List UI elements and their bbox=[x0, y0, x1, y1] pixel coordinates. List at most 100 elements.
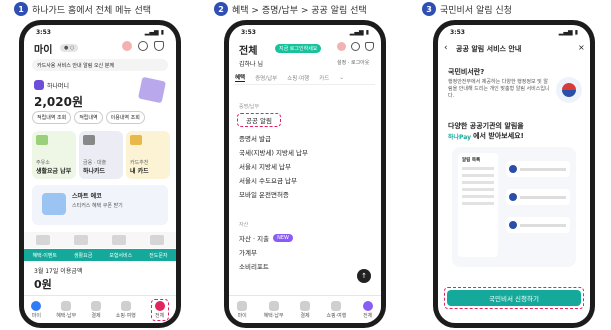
intro-desc: 행정안전부에서 제공하는 다양한 행정정보 및 알림을 안내해 드리는 개인 맞… bbox=[448, 79, 550, 99]
settings-link[interactable]: 설정 · 로그아웃 bbox=[337, 59, 369, 66]
home-icon bbox=[237, 300, 248, 311]
tile-title: 생활요금 납부 bbox=[36, 168, 72, 175]
login-pill[interactable]: 지금 로그인하세요 bbox=[275, 44, 322, 53]
menu-item-asset[interactable]: 자산 · 지출 NEW bbox=[239, 233, 293, 243]
list-header: 알림 목록 bbox=[462, 158, 481, 163]
alert-icon bbox=[509, 221, 517, 229]
tile-title: 내 카드 bbox=[130, 168, 149, 175]
nav-label: 전체 bbox=[363, 312, 373, 319]
nav-label: 쇼핑·여행 bbox=[326, 312, 347, 319]
nav-all[interactable]: 전체 bbox=[150, 298, 169, 321]
tab-shop[interactable]: 쇼핑·여행 bbox=[287, 74, 309, 82]
tile-card[interactable]: 금융 · 대출 하나카드 bbox=[79, 131, 123, 179]
phone-1: 3:53 ▂▄▆ ▮ 마이 ● ○ 카드사용 서비스 안내 알림 오신 분께 하… bbox=[19, 20, 181, 328]
benefit-icon bbox=[61, 300, 72, 311]
tab-cert[interactable]: 증명/납부 bbox=[255, 74, 277, 82]
nav-pay[interactable]: 결제 bbox=[90, 300, 101, 319]
avatar-icon[interactable] bbox=[337, 42, 346, 51]
menu-item[interactable]: 가계부 bbox=[239, 247, 257, 257]
pay-brand: 하나Pay bbox=[448, 133, 472, 141]
strip-item[interactable]: 혜택·이벤트 bbox=[32, 252, 57, 259]
gear-icon[interactable] bbox=[351, 42, 360, 51]
alert-icon bbox=[509, 193, 517, 201]
shortcut-icon[interactable] bbox=[112, 235, 126, 245]
card-image bbox=[137, 76, 167, 104]
menu-item[interactable]: 국세(지방세) 지방세 납부 bbox=[239, 147, 308, 157]
shortcut-icon[interactable] bbox=[74, 235, 88, 245]
menu-item[interactable]: 서울시 지방세 납부 bbox=[239, 161, 291, 171]
quick-button[interactable]: 이용내역 조회 bbox=[105, 111, 145, 124]
step-number: 3 bbox=[422, 2, 436, 16]
shop-icon bbox=[331, 300, 342, 311]
phone-2-screen: 3:53 ▂▄▆ ▮ 전체 지금 로그인하세요 김하나 님 설정 · 로그아웃 … bbox=[229, 25, 381, 323]
step-number: 2 bbox=[214, 2, 228, 16]
menu-item[interactable]: 소비리포트 bbox=[239, 261, 269, 271]
nav-label: 혜택·납부 bbox=[56, 312, 77, 319]
preview-list: 알림 목록 bbox=[458, 153, 498, 257]
tab-card[interactable]: 카드 bbox=[319, 74, 329, 82]
nav-all[interactable]: 전체 bbox=[362, 300, 373, 319]
nav-my[interactable]: 마이 bbox=[237, 300, 248, 319]
step-3: 3 국민비서 알림 신청 bbox=[422, 2, 512, 16]
signal-icon: ▂▄▆ ▮ bbox=[558, 28, 578, 36]
nav-benefit[interactable]: 혜택·납부 bbox=[264, 300, 284, 319]
strip-item[interactable]: 생활요금 bbox=[74, 252, 92, 259]
tile-icon bbox=[36, 135, 48, 145]
menu-public-alert[interactable]: 공공 알림 bbox=[237, 113, 281, 127]
nav-shop[interactable]: 쇼핑·여행 bbox=[116, 300, 136, 319]
step-1: 1 하나가드 홈에서 전체 메뉴 선택 bbox=[14, 2, 151, 16]
avatar-icon[interactable] bbox=[122, 41, 132, 51]
tab-benefit[interactable]: 혜택 bbox=[235, 73, 246, 82]
scroll-top-button[interactable]: ↑ bbox=[357, 269, 371, 283]
close-icon[interactable]: × bbox=[578, 43, 585, 52]
strip-item[interactable]: 보험서비스 bbox=[109, 252, 132, 259]
bell-icon[interactable] bbox=[365, 42, 374, 51]
nav-benefit[interactable]: 혜택·납부 bbox=[56, 300, 77, 319]
menu-item[interactable]: 모바일 운전면허증 bbox=[239, 189, 289, 199]
status-time: 3:53 bbox=[450, 28, 465, 36]
chevron-down-icon[interactable]: ⌄ bbox=[339, 75, 344, 81]
amount-value: 0원 bbox=[34, 278, 52, 291]
tile-sub: 카드추천 bbox=[130, 160, 149, 166]
bottom-nav: 마이 혜택·납부 결제 쇼핑·여행 전체 bbox=[229, 295, 381, 323]
alert-icon bbox=[509, 165, 517, 173]
phone-2: 3:53 ▂▄▆ ▮ 전체 지금 로그인하세요 김하나 님 설정 · 로그아웃 … bbox=[224, 20, 386, 328]
tile-card[interactable]: 주유소 생활요금 납부 bbox=[32, 131, 76, 179]
headline-1: 다양한 공공기관의 알림을 bbox=[448, 122, 524, 130]
promo-sub: 스티커스 혜택 쿠폰 받기 bbox=[72, 203, 123, 209]
home-icon bbox=[31, 300, 42, 311]
intro-question: 국민비서란? bbox=[448, 68, 485, 76]
page-title: 마이 bbox=[34, 45, 53, 56]
nav-shop[interactable]: 쇼핑·여행 bbox=[326, 300, 347, 319]
tab-bar: 혜택 증명/납부 쇼핑·여행 카드 ⌄ bbox=[235, 71, 375, 85]
nav-label: 결제 bbox=[91, 312, 101, 319]
quick-button[interactable]: 적립내역 조회 bbox=[32, 111, 72, 124]
shortcut-icon[interactable] bbox=[150, 235, 164, 245]
account-badge[interactable]: ● ○ bbox=[60, 44, 79, 52]
section-label: 증명/납부 bbox=[239, 104, 260, 110]
pay-icon bbox=[90, 300, 101, 311]
strip-item[interactable]: 전도문자 bbox=[149, 252, 167, 259]
step-2: 2 혜택 > 증명/납부 > 공공 알림 선택 bbox=[214, 2, 367, 16]
menu-icon bbox=[154, 300, 165, 311]
quick-strip: 혜택·이벤트 생활요금 보험서비스 전도문자 bbox=[24, 249, 176, 261]
shortcut-icon[interactable] bbox=[36, 235, 50, 245]
nav-pay[interactable]: 결제 bbox=[299, 300, 310, 319]
menu-item[interactable]: 증명서 발급 bbox=[239, 133, 271, 143]
signal-icon: ▂▄▆ ▮ bbox=[144, 28, 164, 36]
preview-alert bbox=[506, 217, 570, 233]
nav-my[interactable]: 마이 bbox=[31, 300, 42, 319]
tile-card[interactable]: 카드추천 내 카드 bbox=[126, 131, 170, 179]
gear-icon[interactable] bbox=[138, 41, 148, 51]
step-label: 혜택 > 증명/납부 > 공공 알림 선택 bbox=[232, 5, 367, 16]
back-icon[interactable]: ‹ bbox=[444, 43, 448, 53]
notice-bar[interactable]: 카드사용 서비스 안내 알림 오신 분께 bbox=[32, 59, 168, 71]
menu-item[interactable]: 서울시 수도요금 납부 bbox=[239, 175, 297, 185]
bell-icon[interactable] bbox=[154, 41, 164, 51]
quick-button[interactable]: 적립내역 bbox=[74, 111, 103, 124]
promo-banner[interactable]: 스마트 에코 스티커스 혜택 쿠폰 받기 bbox=[32, 185, 168, 225]
step-label: 하나가드 홈에서 전체 메뉴 선택 bbox=[32, 5, 152, 16]
preview-alert bbox=[506, 189, 570, 205]
apply-button[interactable]: 국민비서 신청하기 bbox=[447, 290, 581, 306]
step-label: 국민비서 알림 신청 bbox=[440, 5, 512, 16]
